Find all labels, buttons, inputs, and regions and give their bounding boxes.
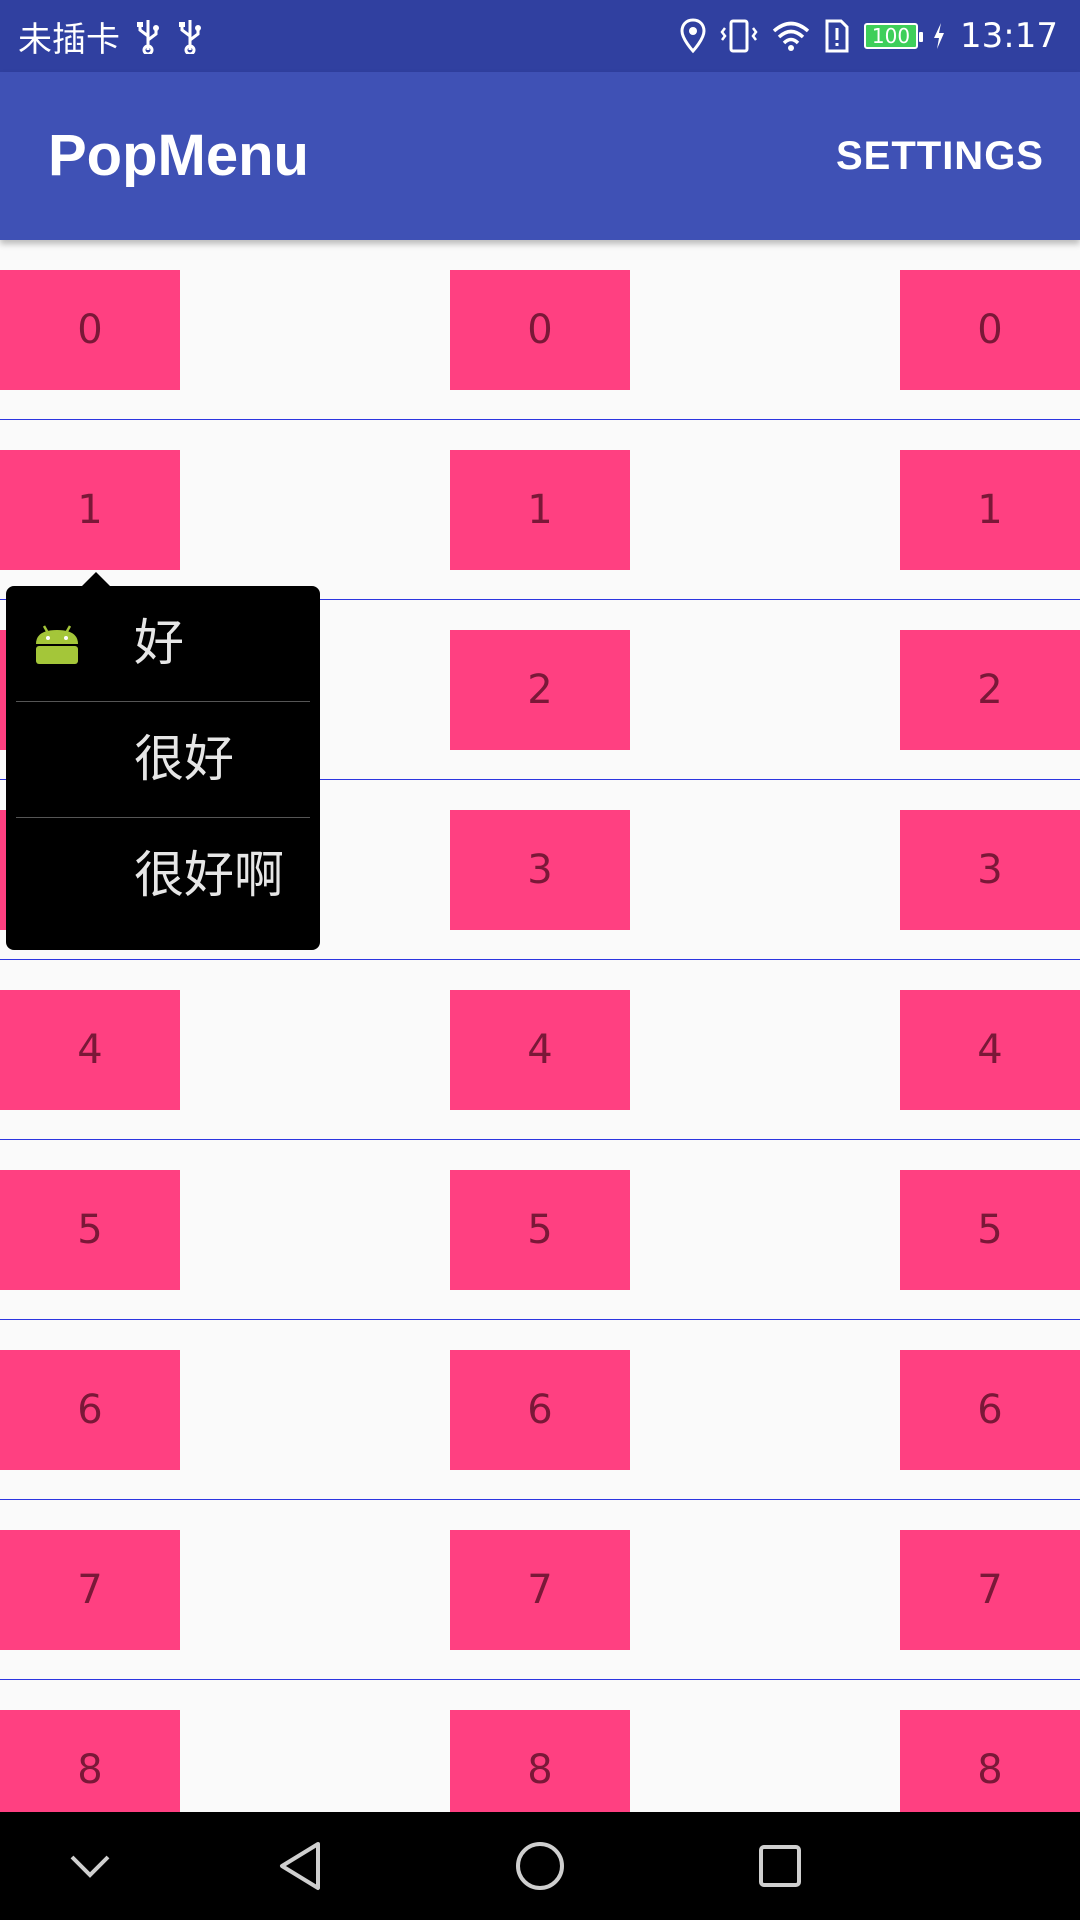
grid-cell[interactable]: 1 <box>450 450 630 570</box>
grid-cell[interactable]: 1 <box>900 450 1080 570</box>
grid-cell[interactable]: 2 <box>450 630 630 750</box>
back-icon[interactable] <box>260 1812 340 1920</box>
wifi-icon <box>772 20 810 52</box>
popup-item-label: 好 <box>134 614 184 672</box>
list-row: 6 6 6 <box>0 1320 1080 1500</box>
popup-item-very-good[interactable]: 很好 <box>6 702 320 817</box>
app-title: PopMenu <box>48 123 309 188</box>
grid-cell[interactable]: 8 <box>900 1710 1080 1812</box>
navigation-bar <box>0 1812 1080 1920</box>
grid-cell[interactable]: 7 <box>900 1530 1080 1650</box>
home-icon[interactable] <box>500 1812 580 1920</box>
carrier-text: 未插卡 <box>18 19 120 60</box>
list-row: 7 7 7 <box>0 1500 1080 1680</box>
sim-alert-icon <box>824 18 850 54</box>
grid-cell[interactable]: 4 <box>450 990 630 1110</box>
grid-cell[interactable]: 8 <box>450 1710 630 1812</box>
app-bar: PopMenu SETTINGS <box>0 72 1080 240</box>
popup-item-good[interactable]: 好 <box>6 586 320 701</box>
chevron-down-icon[interactable] <box>50 1812 130 1920</box>
grid-cell[interactable]: 8 <box>0 1710 180 1812</box>
grid-cell[interactable]: 4 <box>0 990 180 1110</box>
grid-cell[interactable]: 6 <box>450 1350 630 1470</box>
grid-cell[interactable]: 7 <box>0 1530 180 1650</box>
usb-icon <box>134 18 162 54</box>
location-icon <box>680 18 706 54</box>
grid-list[interactable]: 0 0 0 1 1 1 2 2 2 3 3 3 4 4 4 5 5 5 6 6 … <box>0 240 1080 1812</box>
settings-button[interactable]: SETTINGS <box>836 72 1044 240</box>
grid-cell[interactable]: 3 <box>450 810 630 930</box>
charging-icon <box>932 22 946 50</box>
grid-cell[interactable]: 3 <box>900 810 1080 930</box>
usb-debug-icon <box>176 18 204 54</box>
list-row: 8 8 8 <box>0 1680 1080 1812</box>
grid-cell[interactable]: 6 <box>900 1350 1080 1470</box>
clock-text: 13:17 <box>960 16 1058 56</box>
status-left: 未插卡 <box>18 0 204 72</box>
battery-icon: 100 <box>864 23 924 49</box>
grid-cell[interactable]: 5 <box>0 1170 180 1290</box>
grid-cell[interactable]: 0 <box>0 270 180 390</box>
list-row: 5 5 5 <box>0 1140 1080 1320</box>
grid-cell[interactable]: 0 <box>450 270 630 390</box>
grid-cell[interactable]: 4 <box>900 990 1080 1110</box>
popup-item-very-good-ah[interactable]: 很好啊 <box>6 818 320 933</box>
android-icon <box>34 620 80 678</box>
vibrate-icon <box>720 18 758 54</box>
grid-cell[interactable]: 7 <box>450 1530 630 1650</box>
list-row: 1 1 1 <box>0 420 1080 600</box>
popup-menu: 好 很好 很好啊 <box>6 572 320 950</box>
grid-cell[interactable]: 2 <box>900 630 1080 750</box>
status-bar: 未插卡 100 13:17 <box>0 0 1080 72</box>
recents-icon[interactable] <box>740 1812 820 1920</box>
list-row: 0 0 0 <box>0 240 1080 420</box>
grid-cell[interactable]: 1 <box>0 450 180 570</box>
status-right: 100 13:17 <box>680 0 1058 72</box>
grid-cell[interactable]: 5 <box>450 1170 630 1290</box>
grid-cell[interactable]: 6 <box>0 1350 180 1470</box>
popup-item-label: 很好啊 <box>134 846 284 904</box>
list-row: 4 4 4 <box>0 960 1080 1140</box>
grid-cell[interactable]: 0 <box>900 270 1080 390</box>
grid-cell[interactable]: 5 <box>900 1170 1080 1290</box>
popup-item-label: 很好 <box>134 730 234 788</box>
